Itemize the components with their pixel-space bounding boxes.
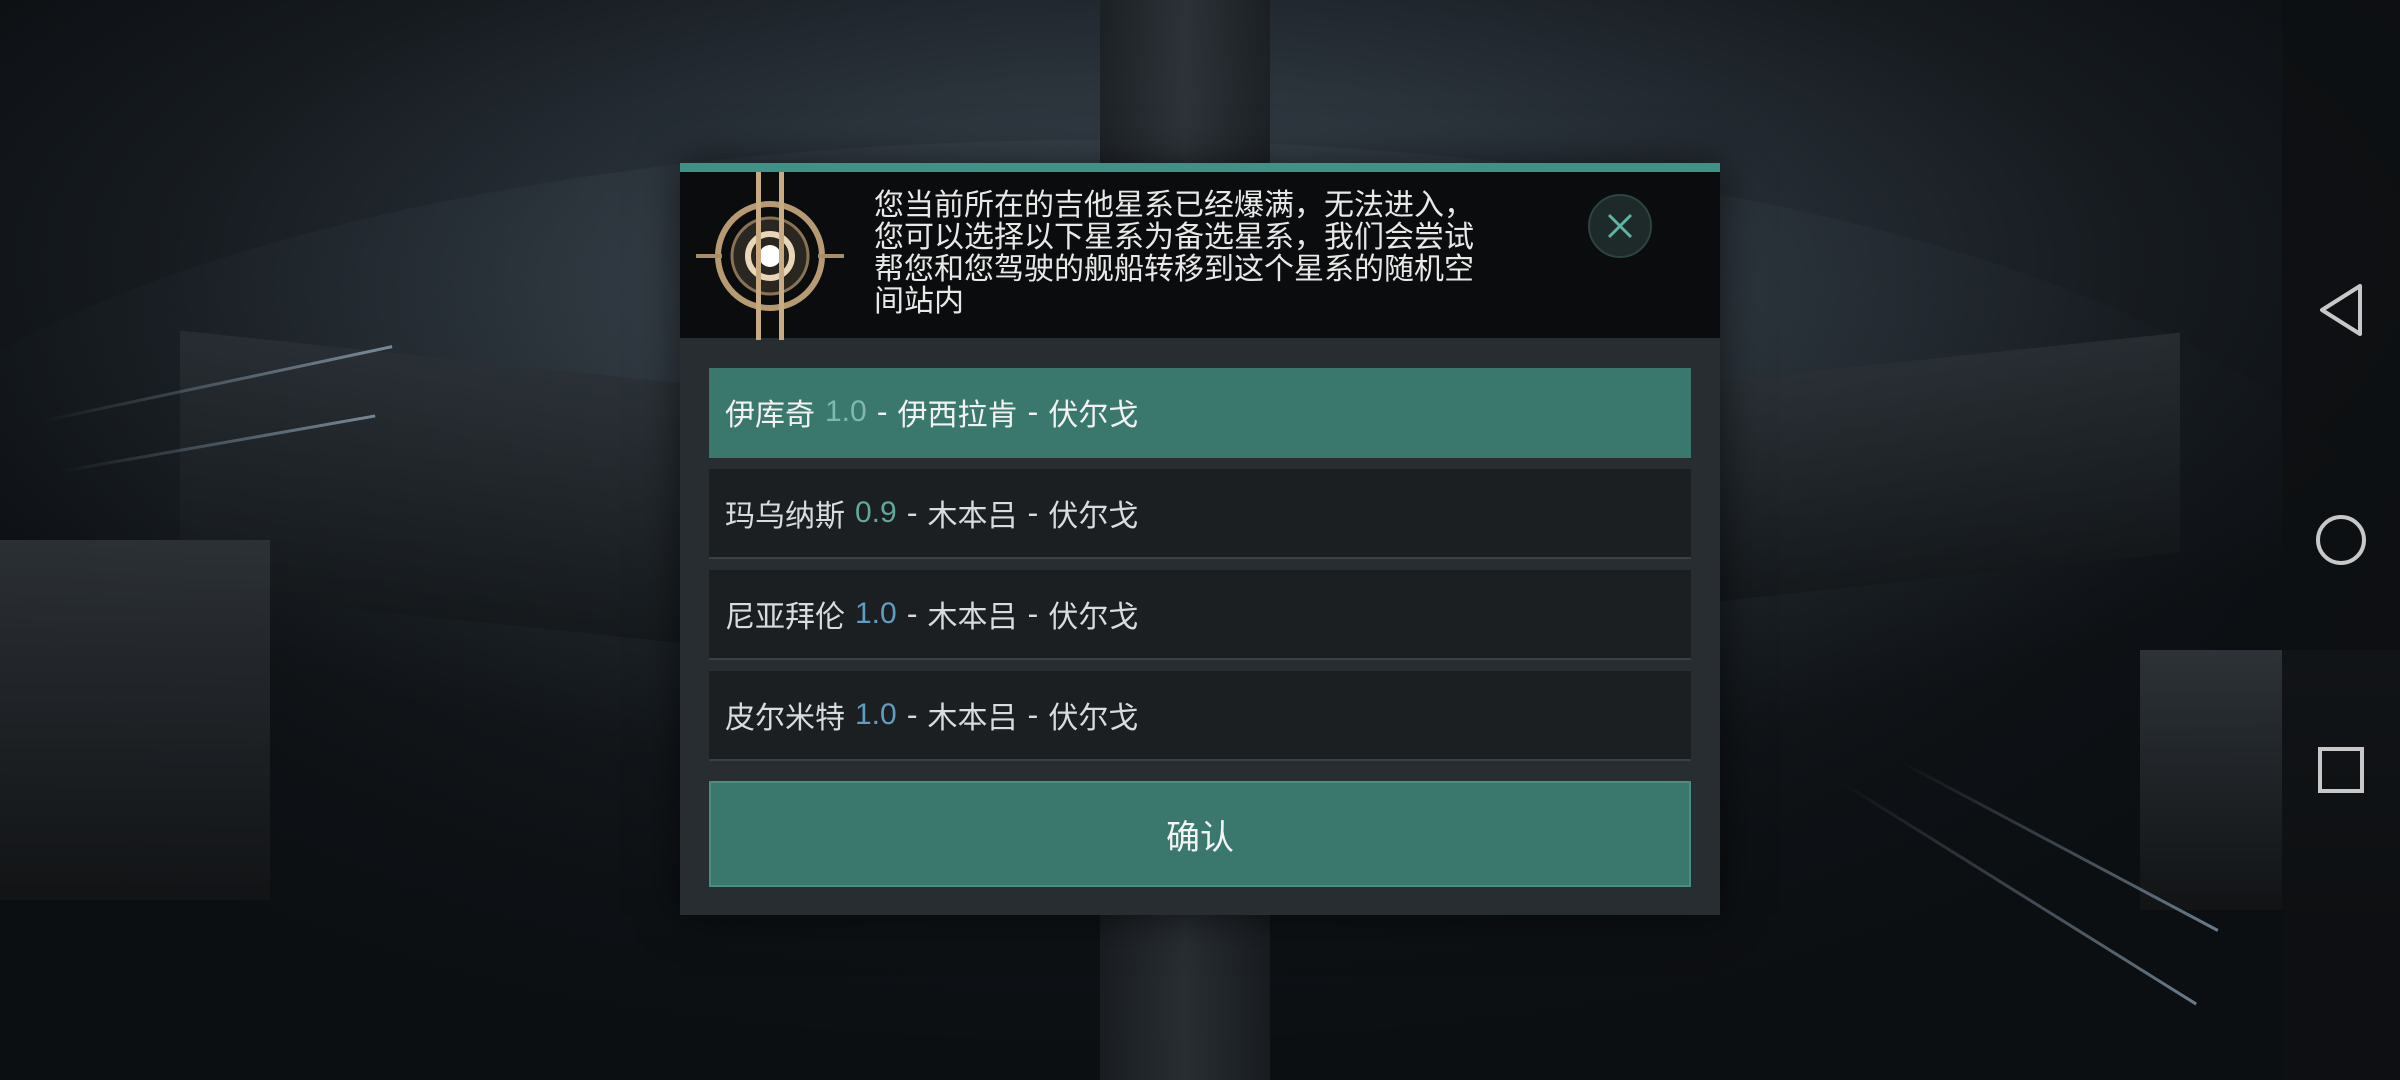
dialog-header: 您当前所在的吉他星系已经爆满，无法进入， 您可以选择以下星系为备选星系，我们会尝…	[680, 172, 1720, 340]
separator: -	[1027, 495, 1039, 531]
target-emblem-icon	[696, 172, 844, 340]
system-full-dialog: 您当前所在的吉他星系已经爆满，无法进入， 您可以选择以下星系为备选星系，我们会尝…	[680, 163, 1720, 915]
ship-hull-left	[0, 540, 270, 900]
system-name: 尼亚拜伦	[725, 600, 845, 635]
separator: -	[1027, 596, 1039, 632]
close-icon	[1607, 213, 1633, 239]
back-triangle-icon	[2320, 284, 2362, 336]
security-status: 0.9	[855, 496, 897, 529]
recents-button[interactable]	[2282, 730, 2400, 810]
system-name: 玛乌纳斯	[725, 499, 845, 534]
system-navigation-bar	[2282, 0, 2400, 1080]
home-button[interactable]	[2282, 500, 2400, 580]
separator: -	[1027, 394, 1039, 430]
system-option-1[interactable]: 伊库奇 1.0 - 伊西拉肯 - 伏尔戈	[709, 368, 1691, 458]
constellation-name: 木本吕	[927, 499, 1018, 534]
region-name: 伏尔戈	[1048, 701, 1139, 736]
system-option-4[interactable]: 皮尔米特 1.0 - 木本吕 - 伏尔戈	[709, 671, 1691, 761]
system-name: 伊库奇	[725, 398, 815, 433]
security-status: 1.0	[855, 698, 897, 731]
separator: -	[906, 697, 918, 733]
home-circle-icon	[2316, 515, 2366, 565]
separator: -	[1027, 697, 1039, 733]
separator: -	[906, 495, 918, 531]
security-status: 1.0	[825, 395, 867, 428]
region-name: 伏尔戈	[1048, 398, 1139, 433]
constellation-name: 木本吕	[927, 600, 1018, 635]
security-status: 1.0	[855, 597, 897, 630]
dialog-message: 您当前所在的吉他星系已经爆满，无法进入， 您可以选择以下星系为备选星系，我们会尝…	[874, 188, 1474, 319]
separator: -	[876, 394, 888, 430]
confirm-label: 确认	[1166, 817, 1234, 858]
back-button[interactable]	[2282, 270, 2400, 350]
close-button[interactable]	[1588, 194, 1652, 258]
system-option-2[interactable]: 玛乌纳斯 0.9 - 木本吕 - 伏尔戈	[709, 469, 1691, 559]
region-name: 伏尔戈	[1048, 600, 1139, 635]
confirm-button[interactable]: 确认	[709, 781, 1691, 887]
separator: -	[906, 596, 918, 632]
constellation-name: 伊西拉肯	[897, 398, 1018, 433]
constellation-name: 木本吕	[927, 701, 1018, 736]
system-list: 伊库奇 1.0 - 伊西拉肯 - 伏尔戈 玛乌纳斯 0.9 - 木本吕 - 伏尔…	[709, 368, 1691, 772]
system-option-3[interactable]: 尼亚拜伦 1.0 - 木本吕 - 伏尔戈	[709, 570, 1691, 660]
system-name: 皮尔米特	[725, 701, 845, 736]
region-name: 伏尔戈	[1048, 499, 1139, 534]
recents-square-icon	[2318, 747, 2364, 793]
